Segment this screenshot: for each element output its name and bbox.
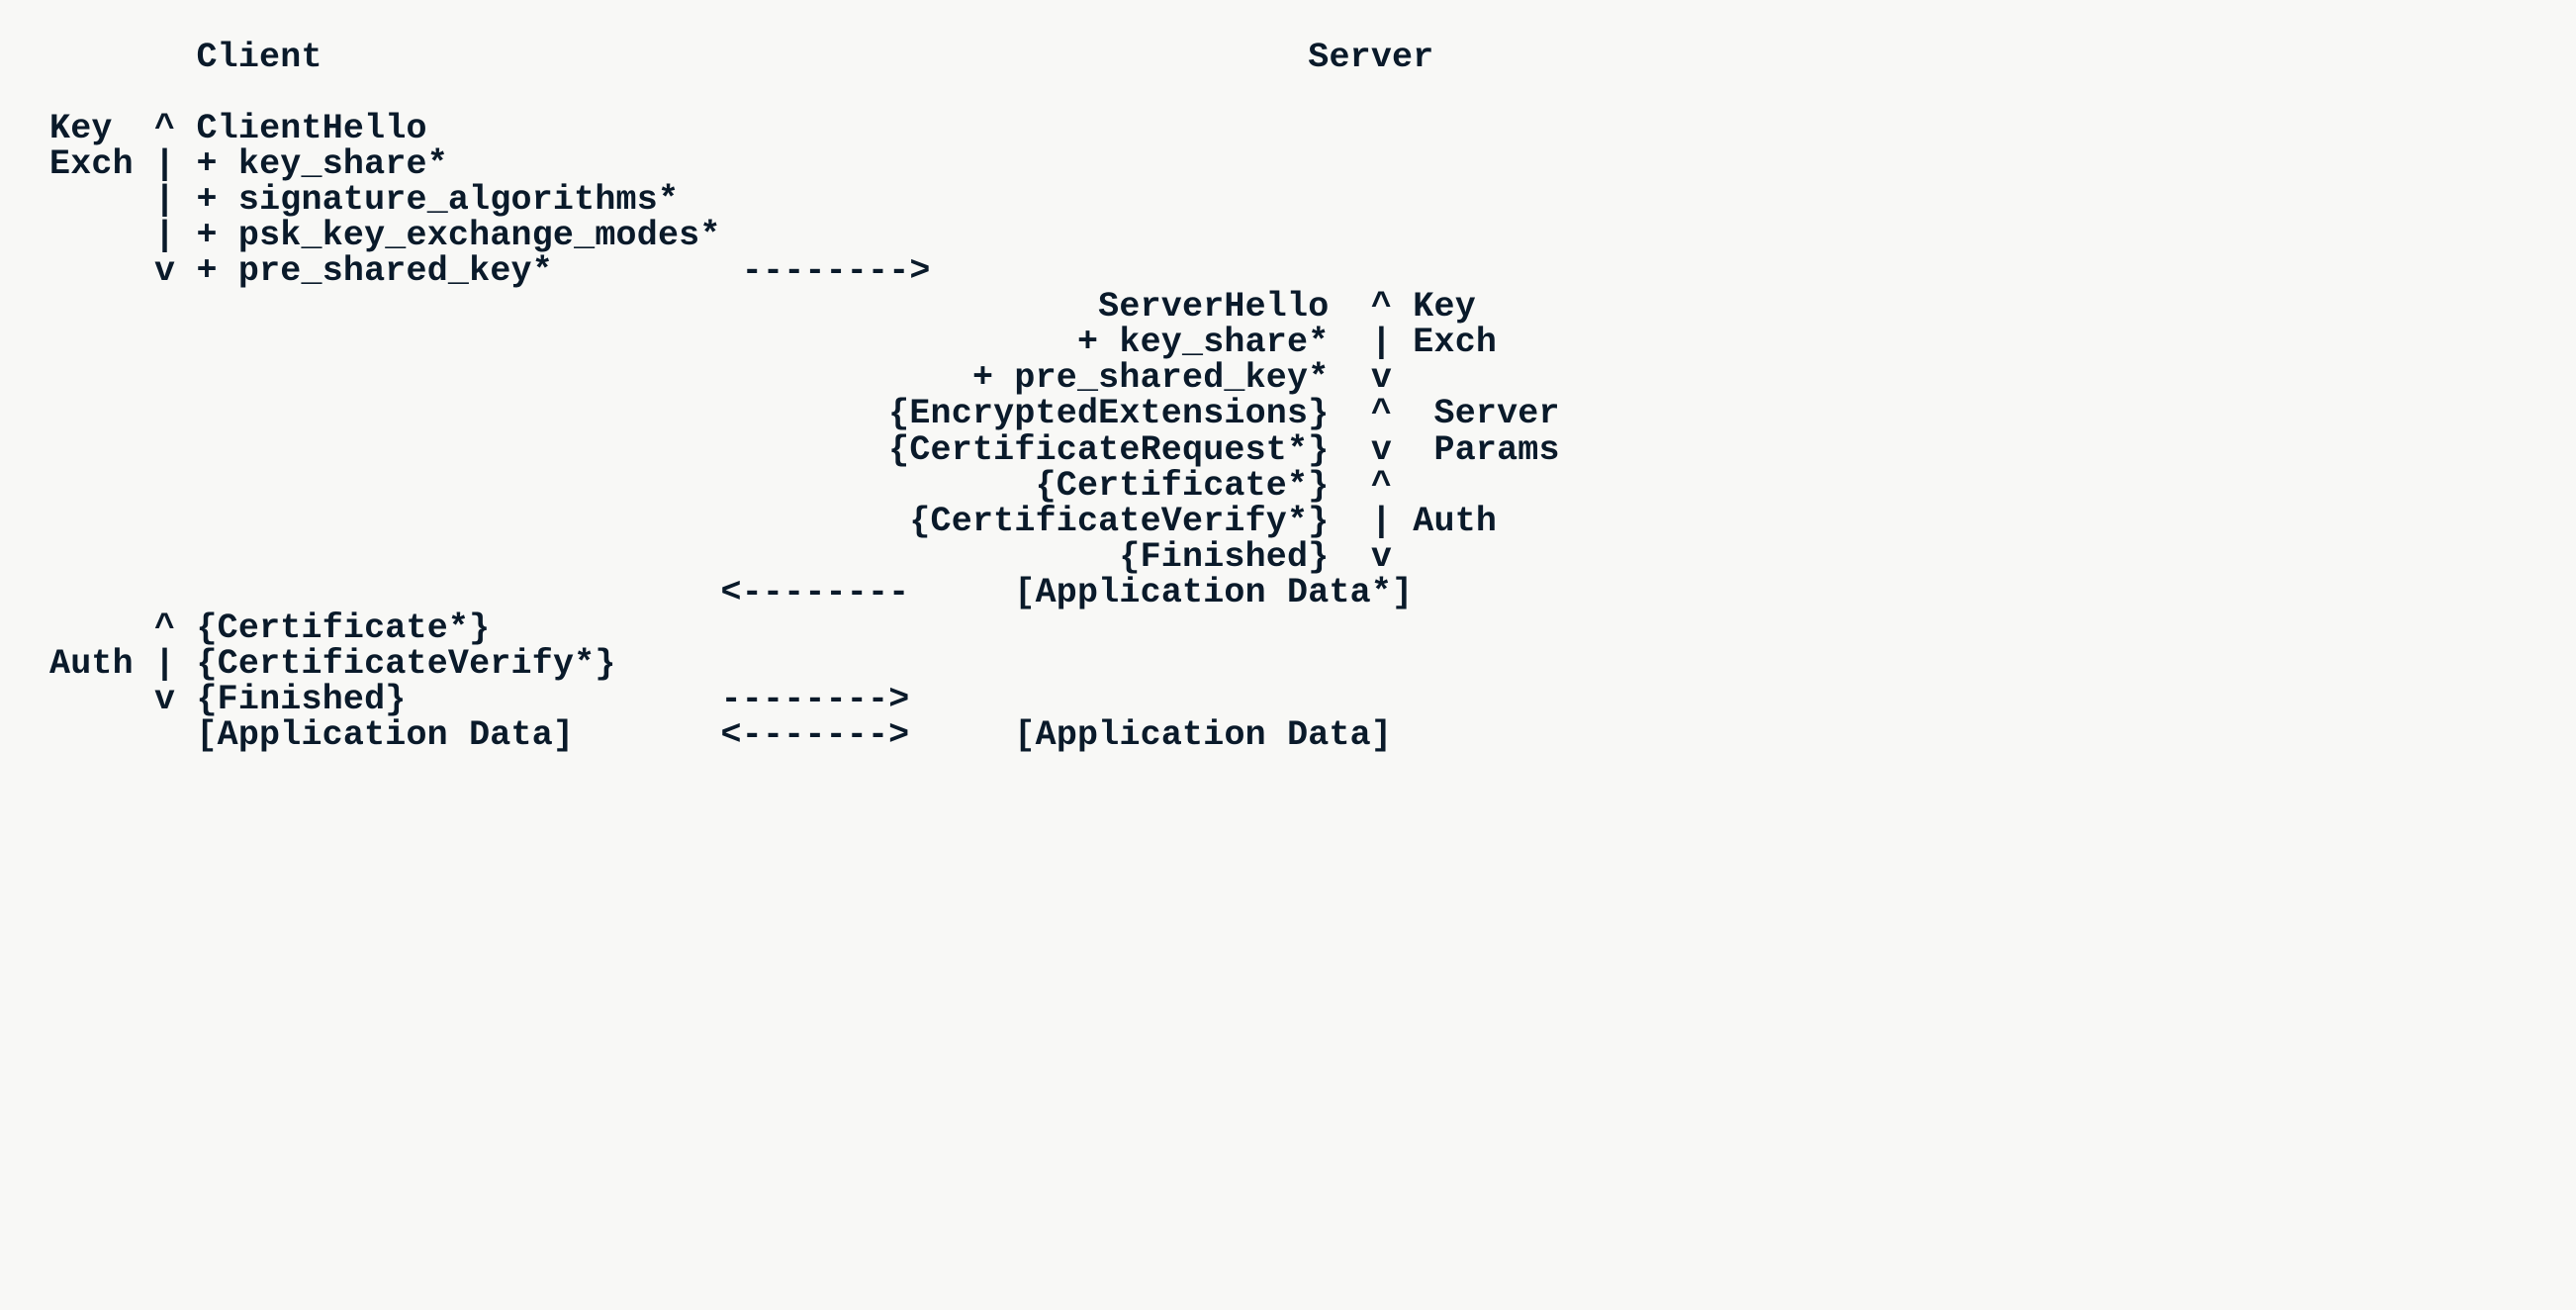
server-header: Server bbox=[1308, 38, 1433, 77]
sp bbox=[49, 430, 888, 470]
bracket-mid: | bbox=[1371, 323, 1392, 362]
sp bbox=[1392, 394, 1433, 433]
sp bbox=[49, 608, 154, 648]
sp bbox=[1329, 358, 1370, 398]
sp bbox=[553, 251, 742, 291]
bracket-bot: v bbox=[1371, 537, 1392, 577]
client-psk: + pre_shared_key* bbox=[196, 251, 552, 291]
phase-auth-s: Auth bbox=[1413, 502, 1497, 541]
bracket-mid: | bbox=[154, 216, 175, 255]
sp bbox=[175, 251, 196, 291]
bracket-bot: v bbox=[1371, 430, 1392, 470]
phase-exch-s: Exch bbox=[1413, 323, 1497, 362]
client-hello: ClientHello bbox=[196, 109, 426, 148]
bracket-bot: v bbox=[154, 251, 175, 291]
sp bbox=[1329, 323, 1370, 362]
bracket-mid: | bbox=[154, 644, 175, 684]
sp bbox=[1329, 537, 1370, 577]
arrow-left-1: <-------- bbox=[721, 573, 910, 612]
sp bbox=[49, 715, 196, 755]
sp bbox=[1392, 430, 1433, 470]
client-app-data: [Application Data] bbox=[196, 715, 574, 755]
client-cert: {Certificate*} bbox=[196, 608, 490, 648]
bracket-top: ^ bbox=[1371, 287, 1392, 327]
sp bbox=[49, 394, 888, 433]
sp bbox=[1392, 287, 1413, 327]
bracket-mid: | bbox=[1371, 502, 1392, 541]
sp bbox=[49, 537, 1119, 577]
sp bbox=[175, 608, 196, 648]
sp bbox=[134, 644, 154, 684]
phase-key-s: Key bbox=[1413, 287, 1476, 327]
server-psk: + pre_shared_key* bbox=[972, 358, 1329, 398]
phase-sp2: Params bbox=[1433, 430, 1559, 470]
client-key-share: + key_share* bbox=[196, 144, 447, 184]
sp bbox=[49, 287, 1098, 327]
sp bbox=[175, 144, 196, 184]
phase-key: Key bbox=[49, 109, 113, 148]
sp bbox=[909, 573, 1014, 612]
bracket-bot: v bbox=[1371, 358, 1392, 398]
sp bbox=[49, 680, 154, 719]
client-header: Client bbox=[196, 38, 322, 77]
sp bbox=[1329, 394, 1370, 433]
phase-auth-c: Auth bbox=[49, 644, 134, 684]
server-app-data-opt: [Application Data*] bbox=[1014, 573, 1413, 612]
bracket-top: ^ bbox=[154, 109, 175, 148]
sp bbox=[175, 680, 196, 719]
sp bbox=[909, 715, 1014, 755]
client-finished: {Finished} bbox=[196, 680, 406, 719]
server-key-share: + key_share* bbox=[1077, 323, 1329, 362]
sp bbox=[1392, 323, 1413, 362]
bracket-top: ^ bbox=[1371, 466, 1392, 506]
client-psk-modes: + psk_key_exchange_modes* bbox=[196, 216, 720, 255]
sp bbox=[49, 323, 1077, 362]
phase-exch: Exch bbox=[49, 144, 134, 184]
arrow-right-1: --------> bbox=[742, 251, 931, 291]
sp bbox=[1329, 502, 1370, 541]
sp bbox=[134, 144, 154, 184]
server-app-data: [Application Data] bbox=[1014, 715, 1392, 755]
bracket-mid: | bbox=[154, 144, 175, 184]
sp bbox=[49, 180, 154, 220]
sp bbox=[113, 109, 154, 148]
client-sig-algs: + signature_algorithms* bbox=[196, 180, 679, 220]
sp bbox=[407, 680, 721, 719]
sp bbox=[49, 358, 972, 398]
sp bbox=[175, 109, 196, 148]
server-hello: ServerHello bbox=[1098, 287, 1329, 327]
server-cert-verify: {CertificateVerify*} bbox=[909, 502, 1329, 541]
sp bbox=[1329, 466, 1370, 506]
spacer bbox=[322, 38, 1309, 77]
sp bbox=[49, 251, 154, 291]
bracket-mid: | bbox=[154, 180, 175, 220]
sp bbox=[175, 216, 196, 255]
phase-sp1: Server bbox=[1433, 394, 1559, 433]
client-cert-verify: {CertificateVerify*} bbox=[196, 644, 615, 684]
bracket-top: ^ bbox=[154, 608, 175, 648]
bracket-top: ^ bbox=[1371, 394, 1392, 433]
sp bbox=[49, 466, 1036, 506]
sp bbox=[1329, 287, 1370, 327]
server-cert: {Certificate*} bbox=[1036, 466, 1330, 506]
sp bbox=[1329, 430, 1370, 470]
server-cert-req: {CertificateRequest*} bbox=[888, 430, 1329, 470]
arrow-both: <-------> bbox=[721, 715, 910, 755]
bracket-bot: v bbox=[154, 680, 175, 719]
sp bbox=[1392, 502, 1413, 541]
sp bbox=[49, 216, 154, 255]
sp bbox=[49, 502, 909, 541]
sp bbox=[49, 573, 721, 612]
arrow-right-2: --------> bbox=[721, 680, 910, 719]
server-enc-ext: {EncryptedExtensions} bbox=[888, 394, 1329, 433]
sp bbox=[175, 644, 196, 684]
sp bbox=[175, 180, 196, 220]
sp bbox=[574, 715, 720, 755]
blank bbox=[49, 38, 196, 77]
server-finished: {Finished} bbox=[1119, 537, 1329, 577]
tls-handshake-diagram: Client Server Key ^ ClientHello Exch | +… bbox=[0, 0, 2576, 793]
